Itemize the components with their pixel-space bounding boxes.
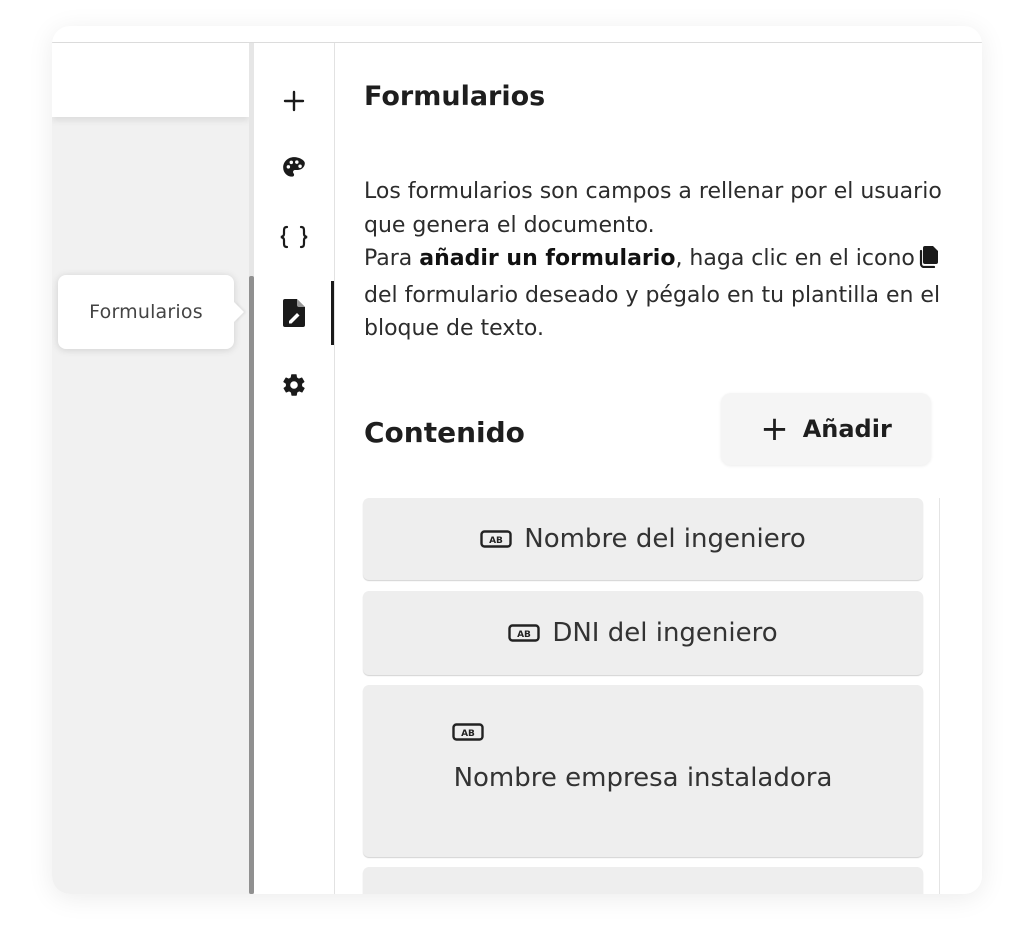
editor-window: Formularios Formularios Los formularios …	[52, 26, 982, 894]
forms-list: AB Nombre del ingeniero AB DNI del ingen…	[363, 498, 923, 894]
forms-tooltip: Formularios	[58, 275, 234, 349]
form-item-label: DNI del ingeniero	[552, 618, 778, 648]
text-field-ab-icon: AB	[480, 530, 512, 548]
form-item-nombre-ingeniero[interactable]: AB Nombre del ingeniero	[363, 498, 923, 580]
description-mid: , haga clic en el icono	[675, 246, 915, 271]
form-item-partial[interactable]	[363, 867, 923, 894]
add-button-label: Añadir	[802, 415, 892, 443]
panel-title: Formularios	[364, 81, 546, 112]
forms-panel: Formularios Los formularios son campos a…	[335, 43, 982, 894]
copy-icon	[919, 245, 939, 279]
svg-text:AB: AB	[461, 729, 475, 739]
description-bold: añadir un formulario	[419, 246, 676, 271]
add-form-button[interactable]: + Añadir	[721, 393, 931, 465]
add-plus-glyph: +	[760, 409, 789, 449]
description-line-1: Los formularios son campos a rellenar po…	[364, 179, 942, 238]
palette-icon	[283, 157, 305, 177]
toolbar-add-button[interactable]	[274, 81, 314, 121]
canvas-header-strip	[52, 43, 249, 117]
description-suffix: del formulario deseado y pégalo en tu pl…	[364, 282, 941, 342]
text-field-ab-icon: AB	[452, 723, 484, 741]
section-title-content: Contenido	[364, 416, 525, 449]
form-item-label: Nombre del ingeniero	[524, 524, 806, 554]
toolbar-variables-button[interactable]	[274, 217, 314, 257]
document-canvas[interactable]	[52, 43, 249, 894]
toolbar-theme-button[interactable]	[274, 148, 314, 188]
tooltip-label: Formularios	[89, 301, 203, 323]
toolbar-forms-button[interactable]	[274, 293, 314, 333]
panel-description: Los formularios son campos a rellenar po…	[364, 175, 964, 346]
active-tool-indicator	[331, 281, 334, 345]
form-item-dni-ingeniero[interactable]: AB DNI del ingeniero	[363, 591, 923, 675]
form-item-label: Nombre empresa instaladora	[453, 763, 833, 793]
side-toolbar	[254, 43, 335, 894]
svg-text:AB: AB	[517, 630, 531, 640]
gear-icon	[283, 374, 305, 396]
toolbar-settings-button[interactable]	[274, 365, 314, 405]
description-prefix: Para	[364, 246, 420, 271]
list-scroll-divider	[939, 498, 940, 894]
plus-icon	[283, 90, 305, 112]
text-field-ab-icon: AB	[508, 624, 541, 642]
form-item-nombre-empresa[interactable]: AB Nombre empresa instaladora	[363, 685, 923, 857]
svg-text:AB: AB	[489, 536, 503, 546]
braces-icon	[280, 225, 308, 249]
file-signature-icon	[283, 299, 305, 327]
